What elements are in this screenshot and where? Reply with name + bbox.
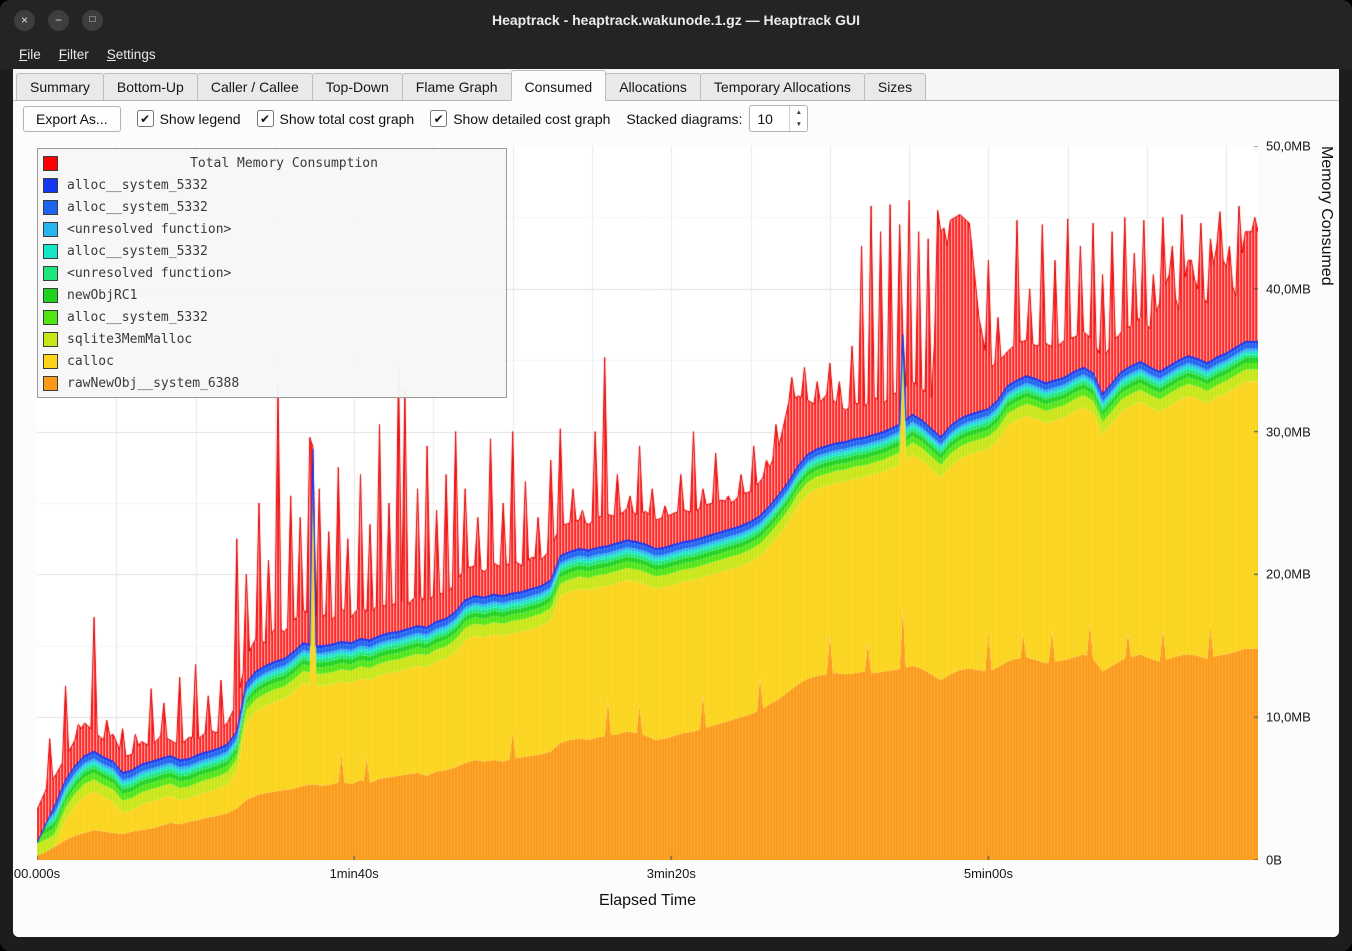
legend-row: rawNewObj__system_6388 bbox=[43, 372, 501, 394]
spin-up-icon: ▲ bbox=[796, 109, 802, 116]
menubar: File Filter Settings bbox=[0, 40, 1352, 69]
export-as-button[interactable]: Export As... bbox=[23, 106, 121, 132]
legend-swatch bbox=[43, 332, 58, 347]
spin-down-button[interactable]: ▼ bbox=[790, 119, 807, 132]
y-tick-label: 30,0MB bbox=[1266, 424, 1311, 439]
legend-label: alloc__system_5332 bbox=[67, 310, 208, 325]
toolbar: Export As... ✔ Show legend ✔ Show total … bbox=[13, 101, 1339, 136]
x-tick-label: 5min00s bbox=[964, 866, 1013, 881]
checkbox-show-total-cost-graph-label: Show total cost graph bbox=[280, 111, 415, 127]
legend-row: <unresolved function> bbox=[43, 218, 501, 240]
close-button[interactable]: × bbox=[14, 10, 35, 31]
legend-row: <unresolved function> bbox=[43, 262, 501, 284]
menu-item-file[interactable]: File bbox=[10, 43, 50, 66]
checkbox-show-detailed-cost-graph-box[interactable]: ✔ bbox=[430, 110, 447, 127]
legend-swatch bbox=[43, 244, 58, 259]
checkbox-show-legend-label: Show legend bbox=[160, 111, 241, 127]
legend-row: calloc bbox=[43, 350, 501, 372]
legend-swatch bbox=[43, 376, 58, 391]
titlebar: × − □ Heaptrack - heaptrack.wakunode.1.g… bbox=[0, 0, 1352, 40]
chart-area: Total Memory Consumption alloc__system_5… bbox=[13, 136, 1339, 937]
legend-swatch bbox=[43, 266, 58, 281]
spin-arrows: ▲ ▼ bbox=[789, 106, 807, 131]
checkbox-show-detailed-cost-graph[interactable]: ✔ Show detailed cost graph bbox=[430, 110, 610, 127]
maximize-button[interactable]: □ bbox=[82, 10, 103, 31]
checkbox-show-detailed-cost-graph-label: Show detailed cost graph bbox=[453, 111, 610, 127]
legend-label: sqlite3MemMalloc bbox=[67, 332, 192, 347]
tab-allocations[interactable]: Allocations bbox=[605, 73, 701, 100]
y-tick-label: 20,0MB bbox=[1266, 567, 1311, 582]
legend-row-total: Total Memory Consumption bbox=[43, 152, 501, 174]
tabbar: Summary Bottom-Up Caller / Callee Top-Do… bbox=[13, 69, 1339, 101]
legend-label: rawNewObj__system_6388 bbox=[67, 376, 239, 391]
x-axis-title: Elapsed Time bbox=[37, 892, 1258, 910]
stacked-diagrams-value[interactable]: 10 bbox=[750, 106, 789, 131]
x-axis-ticks: 00.000s1min40s3min20s5min00s bbox=[37, 866, 1258, 884]
stacked-diagrams-label: Stacked diagrams: bbox=[626, 111, 742, 127]
y-axis-title: Memory Consumed bbox=[1317, 146, 1335, 860]
spin-up-button[interactable]: ▲ bbox=[790, 106, 807, 119]
legend-row: alloc__system_5332 bbox=[43, 196, 501, 218]
app-window: × − □ Heaptrack - heaptrack.wakunode.1.g… bbox=[0, 0, 1352, 951]
legend-label: alloc__system_5332 bbox=[67, 200, 208, 215]
legend-swatch bbox=[43, 288, 58, 303]
spin-down-icon: ▼ bbox=[796, 121, 802, 128]
legend-label: alloc__system_5332 bbox=[67, 244, 208, 259]
checkbox-show-total-cost-graph-box[interactable]: ✔ bbox=[257, 110, 274, 127]
main-content: Summary Bottom-Up Caller / Callee Top-Do… bbox=[13, 69, 1339, 937]
y-tick-label: 50,0MB bbox=[1266, 139, 1311, 154]
legend-row: alloc__system_5332 bbox=[43, 174, 501, 196]
legend-label: <unresolved function> bbox=[67, 266, 231, 281]
x-tick-label: 1min40s bbox=[330, 866, 379, 881]
tab-flame-graph[interactable]: Flame Graph bbox=[402, 73, 512, 100]
checkbox-show-legend-box[interactable]: ✔ bbox=[137, 110, 154, 127]
checkbox-show-legend[interactable]: ✔ Show legend bbox=[137, 110, 241, 127]
legend-row: alloc__system_5332 bbox=[43, 306, 501, 328]
legend-row: alloc__system_5332 bbox=[43, 240, 501, 262]
legend-label: newObjRC1 bbox=[67, 288, 137, 303]
tab-sizes[interactable]: Sizes bbox=[864, 73, 926, 100]
y-tick-label: 40,0MB bbox=[1266, 281, 1311, 296]
close-icon: × bbox=[21, 14, 28, 26]
legend-title: Total Memory Consumption bbox=[67, 156, 501, 171]
tab-consumed[interactable]: Consumed bbox=[511, 70, 607, 101]
tab-temporary-allocations[interactable]: Temporary Allocations bbox=[700, 73, 865, 100]
legend-swatch bbox=[43, 354, 58, 369]
stacked-diagrams-spinbox[interactable]: 10 ▲ ▼ bbox=[749, 105, 808, 132]
legend-row: newObjRC1 bbox=[43, 284, 501, 306]
checkbox-show-total-cost-graph[interactable]: ✔ Show total cost graph bbox=[257, 110, 415, 127]
x-tick-label: 00.000s bbox=[14, 866, 60, 881]
chart-legend: Total Memory Consumption alloc__system_5… bbox=[37, 148, 507, 398]
window-title: Heaptrack - heaptrack.wakunode.1.gz — He… bbox=[0, 12, 1352, 28]
legend-swatch-total bbox=[43, 156, 58, 171]
legend-swatch bbox=[43, 200, 58, 215]
tab-summary[interactable]: Summary bbox=[16, 73, 104, 100]
tab-top-down[interactable]: Top-Down bbox=[312, 73, 403, 100]
legend-label: calloc bbox=[67, 354, 114, 369]
y-tick-label: 10,0MB bbox=[1266, 710, 1311, 725]
tab-bottom-up[interactable]: Bottom-Up bbox=[103, 73, 198, 100]
minimize-icon: − bbox=[55, 14, 62, 26]
tab-caller-callee[interactable]: Caller / Callee bbox=[197, 73, 313, 100]
legend-label: alloc__system_5332 bbox=[67, 178, 208, 193]
legend-row: sqlite3MemMalloc bbox=[43, 328, 501, 350]
x-tick-label: 3min20s bbox=[647, 866, 696, 881]
legend-swatch bbox=[43, 178, 58, 193]
legend-swatch bbox=[43, 222, 58, 237]
maximize-icon: □ bbox=[89, 15, 95, 25]
menu-item-filter[interactable]: Filter bbox=[50, 43, 98, 66]
stacked-diagrams-group: Stacked diagrams: 10 ▲ ▼ bbox=[626, 105, 808, 132]
y-tick-label: 0B bbox=[1266, 853, 1282, 868]
window-controls: × − □ bbox=[14, 0, 103, 40]
legend-label: <unresolved function> bbox=[67, 222, 231, 237]
legend-swatch bbox=[43, 310, 58, 325]
minimize-button[interactable]: − bbox=[48, 10, 69, 31]
menu-item-settings[interactable]: Settings bbox=[98, 43, 165, 66]
